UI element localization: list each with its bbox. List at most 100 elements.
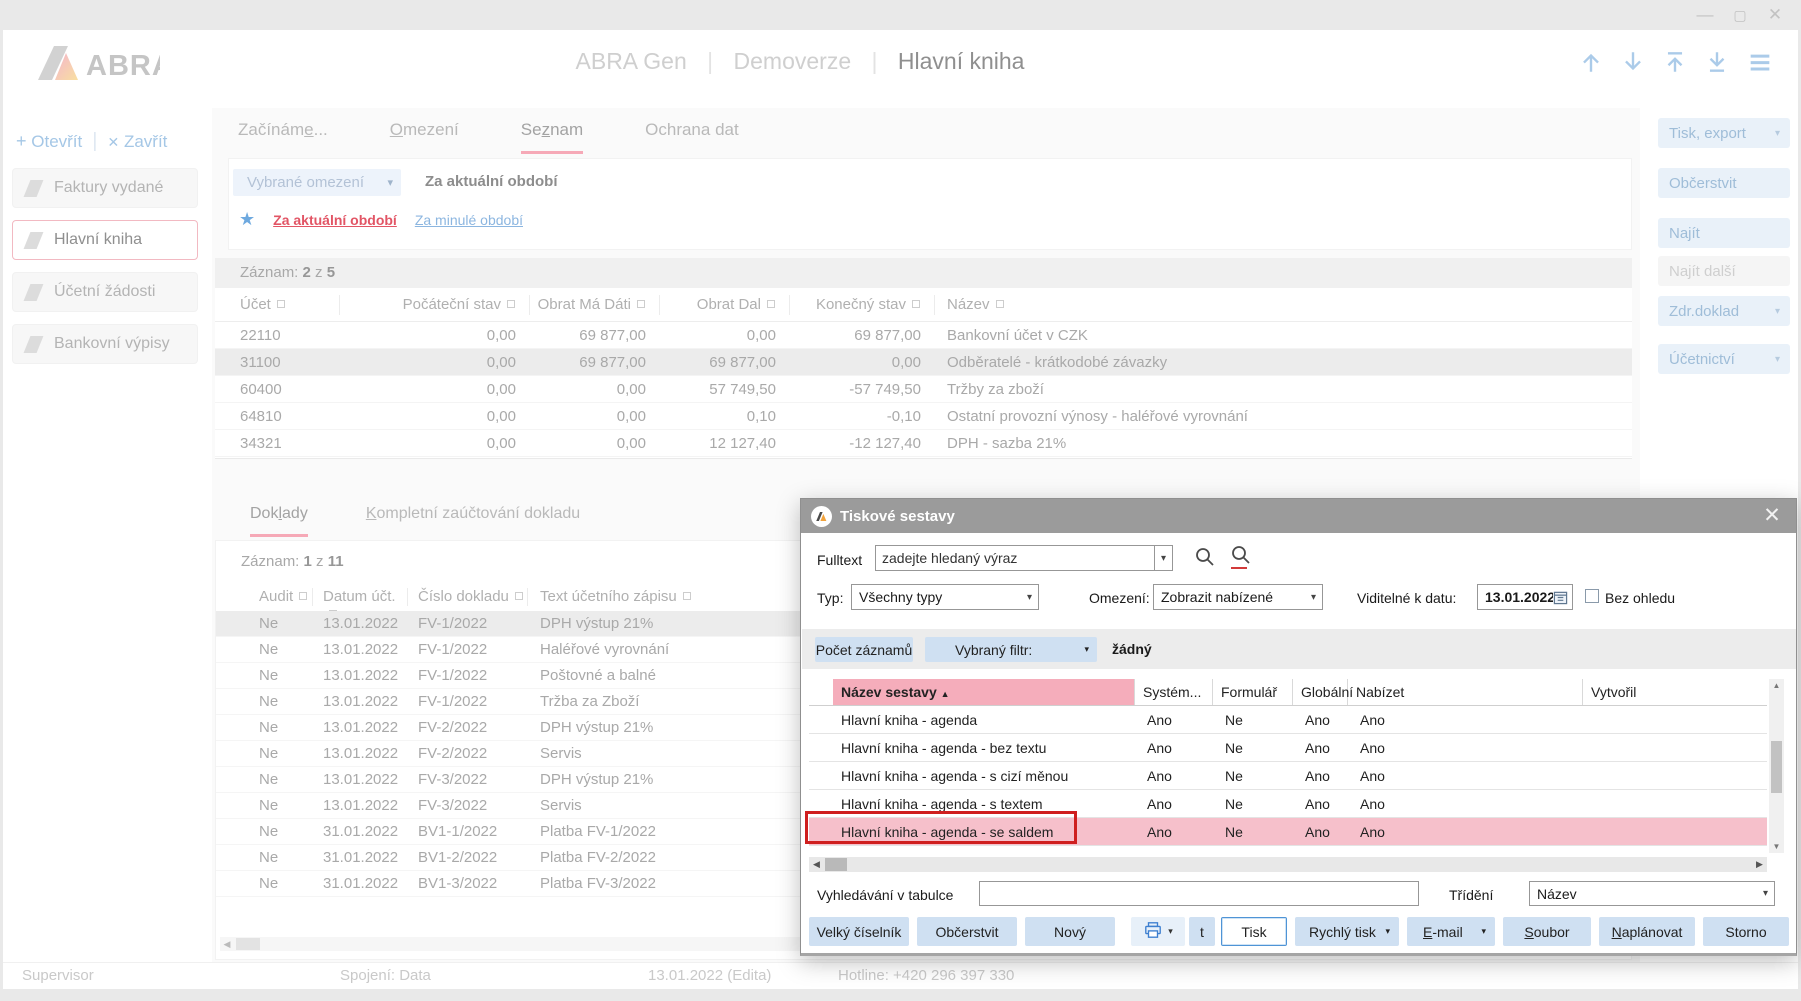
- cancel-button[interactable]: Storno: [1703, 917, 1789, 946]
- quick-print-button[interactable]: Rychlý tisk▾: [1295, 917, 1399, 946]
- scroll-left-icon[interactable]: ◀: [220, 937, 234, 951]
- email-button[interactable]: E-mail▾: [1407, 917, 1495, 946]
- dialog-title: Tiskové sestavy: [840, 508, 955, 525]
- column-header-cislo-dokladu[interactable]: Číslo dokladu: [408, 588, 528, 606]
- record-count-button[interactable]: Počet záznamů: [815, 637, 913, 662]
- dialog-close-icon[interactable]: ✕: [1760, 503, 1784, 528]
- restriction-link-previous[interactable]: Za minulé období: [415, 212, 523, 228]
- status-bar: Supervisor Spojení: Data 13.01.2022 (Edi…: [3, 962, 1798, 989]
- table-row[interactable]: 648100,000,000,10-0,10Ostatní provozní v…: [215, 403, 1632, 430]
- t-button[interactable]: t: [1189, 917, 1215, 946]
- column-header-globalni[interactable]: Globální: [1293, 679, 1348, 705]
- tab-kompletni-zauctovani[interactable]: Kompletní zaúčtování dokladu: [366, 505, 580, 537]
- search-next-icon[interactable]: [1229, 543, 1253, 570]
- close-x-icon: ✕: [107, 134, 119, 150]
- sorting-select[interactable]: Název▾: [1529, 881, 1775, 906]
- visible-to-date-label: Viditelné k datu:: [1357, 590, 1456, 606]
- report-row[interactable]: Hlavní kniha - agenda - s cizí měnouAnoN…: [809, 762, 1767, 790]
- dialog-titlebar[interactable]: Tiskové sestavy ✕: [801, 499, 1796, 533]
- report-row[interactable]: Hlavní kniha - agenda - bez textuAnoNeAn…: [809, 734, 1767, 762]
- refresh-button[interactable]: Občerstvit: [917, 917, 1017, 946]
- big-list-button[interactable]: Velký číselník: [809, 917, 909, 946]
- scroll-left-icon[interactable]: ◀: [809, 857, 824, 872]
- tab-doklady[interactable]: Doklady: [250, 505, 308, 537]
- restriction-select[interactable]: Zobrazit nabízené▾: [1153, 584, 1323, 610]
- column-header-formular[interactable]: Formulář: [1213, 679, 1293, 705]
- status-connection: Spojení: Data: [340, 967, 431, 984]
- column-header-audit[interactable]: Audit: [216, 588, 313, 606]
- source-document-button[interactable]: Zdr.doklad▾: [1658, 296, 1790, 326]
- column-header-ucet[interactable]: Účet: [215, 295, 340, 315]
- column-header-system[interactable]: Systém...: [1135, 679, 1213, 705]
- fulltext-input[interactable]: [875, 545, 1155, 571]
- maximize-icon[interactable]: ▢: [1727, 4, 1753, 26]
- restriction-select[interactable]: Vybrané omezení ▾: [233, 169, 401, 196]
- tab-ochrana-dat[interactable]: Ochrana dat: [645, 120, 739, 154]
- report-row[interactable]: Hlavní kniha - agendaAnoNeAnoAno: [809, 706, 1767, 734]
- window-titlebar: — ▢ ✕: [0, 0, 1801, 30]
- open-agenda-button[interactable]: + Otevřít: [16, 131, 82, 152]
- find-button[interactable]: Najít: [1658, 218, 1790, 248]
- column-header-vytvoril[interactable]: Vytvořil: [1583, 679, 1767, 705]
- column-header-datum[interactable]: Datum účt.: [313, 588, 408, 606]
- chevron-down-icon: ▾: [1757, 888, 1774, 899]
- sidebar-item-ucetni-zadosti[interactable]: Účetní žádosti: [12, 272, 198, 312]
- filter-band: Počet záznamů Vybraný filtr:▾ žádný: [802, 629, 1796, 669]
- sidebar-item-bankovni-vypisy[interactable]: Bankovní výpisy: [12, 324, 198, 364]
- file-button[interactable]: Soubor: [1503, 917, 1591, 946]
- search-icon[interactable]: [1193, 545, 1217, 572]
- calendar-icon[interactable]: [1553, 590, 1568, 605]
- bez-ohledu-checkbox[interactable]: [1585, 589, 1599, 603]
- column-header-nabizet[interactable]: Nabízet: [1348, 679, 1583, 705]
- refresh-button[interactable]: Občerstvit: [1658, 168, 1790, 198]
- column-header-obrat-dal[interactable]: Obrat Dal: [660, 295, 790, 315]
- scrollbar-thumb[interactable]: [825, 858, 847, 871]
- column-header-nazev-sestavy[interactable]: Název sestavy ▲: [833, 679, 1135, 705]
- type-select[interactable]: Všechny typy▾: [851, 584, 1039, 610]
- scrollbar-thumb[interactable]: [236, 938, 260, 950]
- table-row[interactable]: 343210,000,0012 127,40-12 127,40DPH - sa…: [215, 430, 1632, 457]
- column-header-nazev[interactable]: Název: [935, 295, 1632, 315]
- selected-filter-select[interactable]: Vybraný filtr:▾: [925, 637, 1097, 662]
- tab-omezeni[interactable]: Omezení: [390, 120, 459, 154]
- table-row[interactable]: 221100,0069 877,000,0069 877,00Bankovní …: [215, 322, 1632, 349]
- scroll-right-icon[interactable]: ▶: [1752, 857, 1767, 872]
- column-header-obrat-ma-dati[interactable]: Obrat Má Dáti: [530, 295, 660, 315]
- tab-zaciname[interactable]: Začínáme...: [238, 120, 328, 154]
- printer-select-button[interactable]: ▾: [1131, 917, 1185, 946]
- favorite-star-icon[interactable]: ★: [239, 209, 255, 230]
- scroll-down-icon[interactable]: ▼: [1769, 840, 1784, 853]
- column-header-konecny-stav[interactable]: Konečný stav: [790, 295, 935, 315]
- chevron-down-icon: ▾: [1168, 926, 1173, 937]
- close-icon[interactable]: ✕: [1762, 4, 1788, 26]
- scrollbar-thumb[interactable]: [1771, 741, 1782, 793]
- restriction-label: Omezení:: [1089, 590, 1150, 606]
- move-down-icon[interactable]: [1620, 48, 1646, 76]
- row-selector-gutter: [809, 679, 833, 705]
- menu-icon[interactable]: [1746, 48, 1774, 76]
- close-agenda-button[interactable]: ✕ Zavřít: [107, 132, 167, 152]
- horizontal-scrollbar[interactable]: ◀ ▶: [809, 857, 1767, 872]
- accounting-button[interactable]: Účetnictví▾: [1658, 344, 1790, 374]
- print-button[interactable]: Tisk: [1221, 917, 1287, 946]
- date-input[interactable]: 13.01.2022: [1477, 584, 1573, 610]
- table-row-selected[interactable]: 311000,0069 877,0069 877,000,00Odběratel…: [215, 349, 1632, 376]
- move-top-icon[interactable]: [1662, 48, 1688, 76]
- tab-seznam[interactable]: Seznam: [521, 120, 583, 154]
- table-row[interactable]: 604000,000,0057 749,50-57 749,50Tržby za…: [215, 376, 1632, 403]
- table-search-input[interactable]: [979, 881, 1419, 906]
- column-header-pocatecni-stav[interactable]: Počáteční stav: [340, 295, 530, 315]
- sidebar-item-hlavni-kniha[interactable]: Hlavní kniha: [12, 220, 198, 260]
- scroll-up-icon[interactable]: ▲: [1769, 679, 1784, 692]
- print-export-button[interactable]: Tisk, export▾: [1658, 118, 1790, 148]
- sidebar-item-faktury-vydane[interactable]: Faktury vydané: [12, 168, 198, 208]
- move-bottom-icon[interactable]: [1704, 48, 1730, 76]
- breadcrumb-app: ABRA Gen: [576, 48, 687, 74]
- vertical-scrollbar[interactable]: ▲ ▼: [1769, 679, 1784, 853]
- fulltext-dropdown-button[interactable]: ▾: [1155, 545, 1173, 571]
- minimize-icon[interactable]: —: [1692, 4, 1718, 26]
- restriction-link-current[interactable]: Za aktuální období: [273, 212, 397, 228]
- new-button[interactable]: Nový: [1025, 917, 1115, 946]
- schedule-button[interactable]: Naplánovat: [1599, 917, 1695, 946]
- move-up-icon[interactable]: [1578, 48, 1604, 76]
